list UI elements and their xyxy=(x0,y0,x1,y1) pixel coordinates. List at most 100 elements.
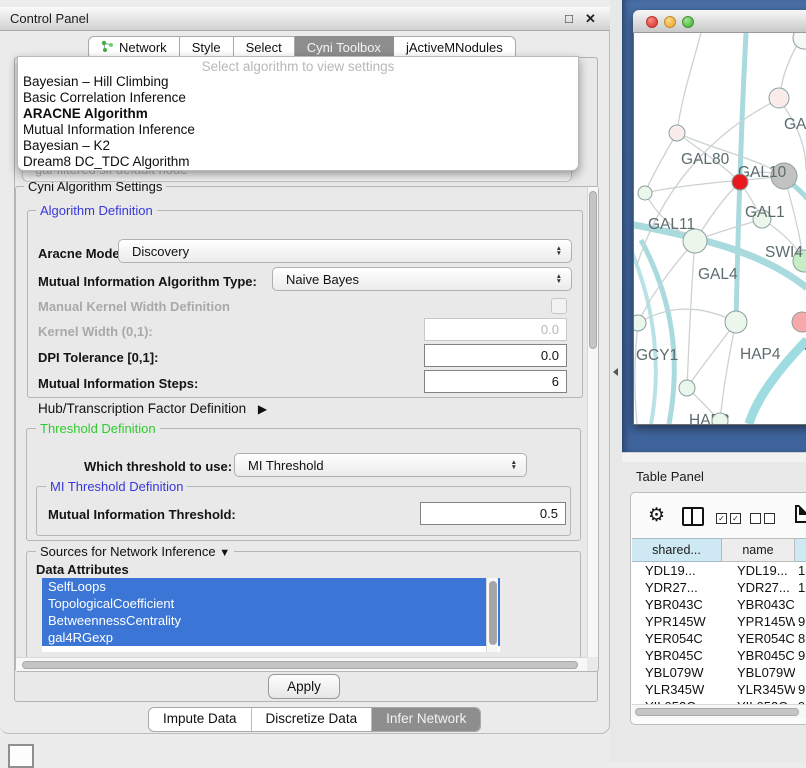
network-node-hap4[interactable] xyxy=(725,311,747,333)
column-header[interactable]: shared... xyxy=(632,538,722,562)
attribute-item[interactable]: SelfLoops xyxy=(42,578,500,595)
attribute-item[interactable]: gal4RGexp xyxy=(42,629,500,646)
network-icon xyxy=(101,40,114,55)
deselect-all-columns-icon[interactable] xyxy=(750,510,775,528)
split-pane-divider[interactable] xyxy=(610,0,622,762)
attribute-item[interactable]: TopologicalCoefficient xyxy=(42,595,500,612)
network-node-gal11[interactable] xyxy=(638,186,652,200)
sources-legend: Sources for Network Inference xyxy=(40,544,216,559)
data-attributes-list: SelfLoopsTopologicalCoefficientBetweenne… xyxy=(42,578,500,652)
table-cell: YBR045C xyxy=(632,647,722,664)
algorithm-placeholder: Select algorithm to view settings xyxy=(18,57,578,74)
minimize-traffic-light[interactable] xyxy=(664,16,676,28)
table-horizontal-scrollbar[interactable] xyxy=(632,704,806,718)
apply-button[interactable]: Apply xyxy=(268,674,340,699)
new-table-file-icon[interactable] xyxy=(795,505,806,523)
mi-steps-value: 6 xyxy=(552,374,559,389)
select-all-columns-icon[interactable]: ✓✓ xyxy=(716,510,741,528)
network-node-hap2[interactable] xyxy=(679,380,695,396)
column-layout-icon[interactable] xyxy=(682,507,704,526)
bottom-tab-impute-data[interactable]: Impute Data xyxy=(149,708,251,731)
network-node-gcy1[interactable] xyxy=(634,315,646,331)
which-threshold-value: MI Threshold xyxy=(248,458,324,473)
attr-list-scrollbar[interactable] xyxy=(486,578,498,652)
bottom-tab-discretize-data[interactable]: Discretize Data xyxy=(251,708,372,731)
aracne-mode-combobox[interactable]: Discovery ▲▼ xyxy=(118,239,572,263)
table-cell: YPR145W xyxy=(632,613,722,630)
algorithm-option[interactable]: Mutual Information Inference xyxy=(18,122,578,138)
mi-threshold-field[interactable]: 0.5 xyxy=(420,502,566,525)
table-row[interactable]: YPR145WYPR145W9. xyxy=(632,613,806,630)
network-canvas[interactable]: GALGAL80GAL10GAL11GAL1SWI4GAL4GCY1HAP4YH… xyxy=(634,33,806,424)
table-cell: 12 xyxy=(795,579,806,596)
network-edge xyxy=(677,33,701,133)
threshold-definition-legend: Threshold Definition xyxy=(36,421,160,436)
settings-vertical-scrollbar[interactable] xyxy=(587,187,598,657)
close-traffic-light[interactable] xyxy=(646,16,658,28)
tab-label: Network xyxy=(119,40,167,55)
network-node[interactable] xyxy=(732,174,748,190)
node-label: HAP4 xyxy=(740,346,781,363)
table-cell: YDR27... xyxy=(632,579,722,596)
table-cell: YER054C xyxy=(632,630,722,647)
table-row[interactable]: YBR045CYBR045C9. xyxy=(632,647,806,664)
sources-toggle[interactable]: Sources for Network Inference ▼ xyxy=(36,544,234,559)
control-panel-titlebar xyxy=(0,7,610,31)
which-threshold-combobox[interactable]: MI Threshold ▲▼ xyxy=(234,453,527,477)
mi-type-value: Naive Bayes xyxy=(286,272,359,287)
algorithm-option[interactable]: Basic Correlation Inference xyxy=(18,90,578,106)
table-row[interactable]: YLR345WYLR345W9. xyxy=(632,681,806,698)
network-node-gal80[interactable] xyxy=(669,125,685,141)
network-edge xyxy=(687,322,736,388)
algorithm-option[interactable]: Dream8 DC_TDC Algorithm xyxy=(18,154,578,170)
table-cell: YPR145W xyxy=(722,613,795,630)
zoom-traffic-light[interactable] xyxy=(682,16,694,28)
network-edge xyxy=(779,99,806,170)
network-window-titlebar[interactable] xyxy=(633,10,806,33)
attribute-item[interactable]: BetweennessCentrality xyxy=(42,612,500,629)
node-label: GCY1 xyxy=(636,347,678,364)
table-row[interactable]: YBR043CYBR043C xyxy=(632,596,806,613)
aracne-mode-value: Discovery xyxy=(132,244,189,259)
algorithm-option[interactable]: Bayesian – K2 xyxy=(18,138,578,154)
table-cell: YLR345W xyxy=(722,681,795,698)
table-cell: 13 xyxy=(795,562,806,579)
algorithm-dropdown-popup: Select algorithm to view settings Bayesi… xyxy=(17,56,579,171)
mi-type-combobox[interactable]: Naive Bayes ▲▼ xyxy=(272,267,572,291)
divider-collapse-handle[interactable] xyxy=(613,368,618,376)
table-cell: YDL19... xyxy=(632,562,722,579)
table-header-row: shared...nameA xyxy=(632,538,806,562)
algorithm-option[interactable]: ARACNE Algorithm xyxy=(18,106,578,122)
column-header[interactable]: A xyxy=(795,538,806,562)
table-cell: 9. xyxy=(795,613,806,630)
algorithm-option[interactable]: Bayesian – Hill Climbing xyxy=(18,74,578,90)
network-node[interactable] xyxy=(793,33,806,49)
settings-horizontal-scrollbar[interactable] xyxy=(16,657,587,671)
node-label: GAL80 xyxy=(681,151,730,168)
table-cell: YBL079W xyxy=(722,664,795,681)
table-settings-gear-icon[interactable]: ⚙ xyxy=(648,504,665,527)
table-row[interactable]: YBL079WYBL079W xyxy=(632,664,806,681)
node-label: GAL4 xyxy=(698,266,738,283)
close-panel-icon[interactable]: ✕ xyxy=(585,11,596,27)
float-panel-icon[interactable]: □ xyxy=(565,11,573,26)
network-node-y[interactable] xyxy=(792,312,806,332)
dpi-tolerance-label: DPI Tolerance [0,1]: xyxy=(38,350,158,365)
column-header[interactable]: name xyxy=(722,538,795,562)
dpi-tolerance-field[interactable]: 0.0 xyxy=(424,344,567,367)
manual-kernel-checkbox[interactable] xyxy=(551,298,567,314)
table-row[interactable]: YER054CYER054C8. xyxy=(632,630,806,647)
kernel-width-field[interactable]: 0.0 xyxy=(424,318,567,341)
network-node-gal[interactable] xyxy=(769,88,789,108)
chevron-down-icon: ▼ xyxy=(219,547,230,559)
aracne-mode-label: Aracne Mode: xyxy=(38,246,124,261)
mi-steps-field[interactable]: 6 xyxy=(424,370,567,393)
bottom-tab-infer-network[interactable]: Infer Network xyxy=(371,708,480,731)
table-cell xyxy=(795,596,806,613)
network-node-gal4[interactable] xyxy=(683,229,707,253)
table-row[interactable]: YDR27...YDR27...12 xyxy=(632,579,806,596)
network-node[interactable] xyxy=(712,413,728,424)
hub-definition-toggle[interactable]: Hub/Transcription Factor Definition ▶ xyxy=(38,401,267,416)
minimized-panel-icon[interactable] xyxy=(8,744,34,768)
table-row[interactable]: YDL19...YDL19...13 xyxy=(632,562,806,579)
